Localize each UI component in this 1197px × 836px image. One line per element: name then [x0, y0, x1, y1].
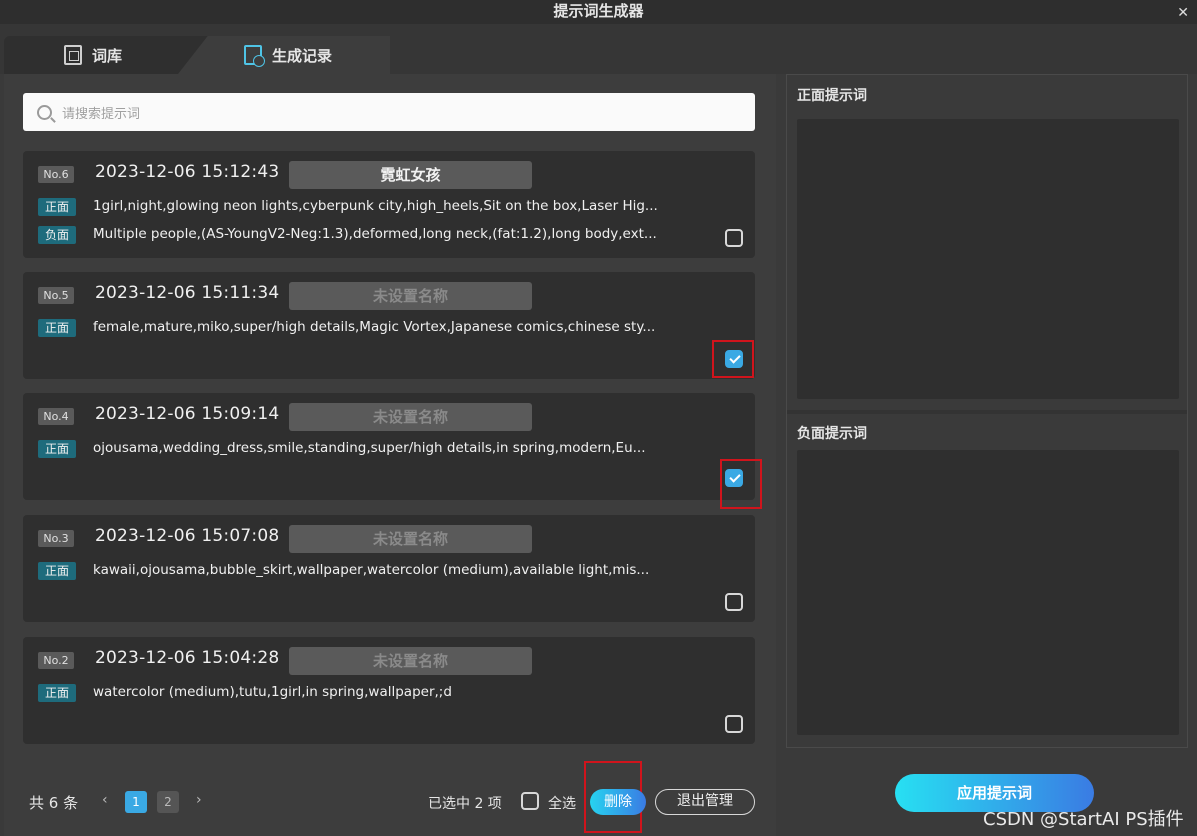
positive-tag: 正面 — [38, 319, 76, 337]
record-timestamp: 2023-12-06 15:09:14 — [95, 404, 280, 424]
record-checkbox[interactable] — [725, 593, 743, 611]
positive-prompt-box[interactable] — [797, 119, 1179, 399]
positive-prompt: kawaii,ojousama,bubble_skirt,wallpaper,w… — [93, 562, 650, 578]
record-timestamp: 2023-12-06 15:12:43 — [95, 162, 280, 182]
select-all-checkbox[interactable] — [521, 792, 539, 810]
positive-prompt-title: 正面提示词 — [797, 88, 867, 104]
page-button[interactable]: 1 — [125, 791, 147, 813]
window-titlebar: 提示词生成器 ✕ — [0, 0, 1197, 24]
chevron-right-icon[interactable]: › — [196, 792, 202, 808]
dictionary-icon — [64, 45, 82, 65]
record-timestamp: 2023-12-06 15:11:34 — [95, 283, 280, 303]
record-timestamp: 2023-12-06 15:04:28 — [95, 648, 280, 668]
record-name-field[interactable]: 未设置名称 — [289, 282, 532, 310]
highlight-box — [720, 459, 762, 509]
record-name-field[interactable]: 霓虹女孩 — [289, 161, 532, 189]
record-number: No.6 — [38, 166, 74, 183]
positive-tag: 正面 — [38, 684, 76, 702]
search-input[interactable]: 请搜索提示词 — [62, 103, 140, 122]
negative-tag: 负面 — [38, 226, 76, 244]
record-card[interactable]: No.3 2023-12-06 15:07:08 未设置名称 正面 kawaii… — [23, 515, 755, 622]
record-timestamp: 2023-12-06 15:07:08 — [95, 526, 280, 546]
list-footer: 共 6 条 ‹ 1 2 › 已选中 2 项 全选 删除 退出管理 — [4, 780, 776, 825]
record-number: No.2 — [38, 652, 74, 669]
record-card[interactable]: No.4 2023-12-06 15:09:14 未设置名称 正面 ojousa… — [23, 393, 755, 500]
record-card[interactable]: No.6 2023-12-06 15:12:43 霓虹女孩 正面 1girl,n… — [23, 151, 755, 258]
prompt-preview-panel: 正面提示词 负面提示词 — [786, 74, 1188, 748]
highlight-box — [712, 340, 754, 378]
negative-prompt: Multiple people,(AS-YoungV2-Neg:1.3),def… — [93, 226, 657, 242]
history-icon — [244, 45, 265, 67]
selected-count: 已选中 2 项 — [428, 796, 502, 812]
record-name-field[interactable]: 未设置名称 — [289, 647, 532, 675]
search-icon — [37, 104, 52, 120]
negative-prompt-title: 负面提示词 — [797, 426, 867, 442]
history-panel: 请搜索提示词 No.6 2023-12-06 15:12:43 霓虹女孩 正面 … — [4, 74, 776, 836]
exit-manage-button[interactable]: 退出管理 — [655, 789, 755, 815]
select-all-label[interactable]: 全选 — [548, 793, 576, 813]
chevron-left-icon[interactable]: ‹ — [102, 792, 108, 808]
record-card[interactable]: No.5 2023-12-06 15:11:34 未设置名称 正面 female… — [23, 272, 755, 379]
positive-tag: 正面 — [38, 440, 76, 458]
delete-button[interactable]: 删除 — [590, 789, 646, 815]
positive-prompt: 1girl,night,glowing neon lights,cyberpun… — [93, 198, 658, 214]
panel-divider — [787, 410, 1187, 414]
record-number: No.4 — [38, 408, 74, 425]
window-title: 提示词生成器 — [553, 2, 644, 20]
total-count: 共 6 条 — [29, 794, 79, 812]
tab-history[interactable]: 生成记录 — [178, 36, 390, 74]
record-number: No.3 — [38, 530, 74, 547]
tab-history-label: 生成记录 — [272, 46, 333, 65]
record-checkbox[interactable] — [725, 715, 743, 733]
positive-prompt: ojousama,wedding_dress,smile,standing,su… — [93, 440, 646, 456]
page-button[interactable]: 2 — [157, 791, 179, 813]
close-icon[interactable]: ✕ — [1177, 2, 1189, 24]
record-checkbox[interactable] — [725, 229, 743, 247]
positive-prompt: watercolor (medium),tutu,1girl,in spring… — [93, 684, 452, 700]
positive-tag: 正面 — [38, 198, 76, 216]
negative-prompt-box[interactable] — [797, 450, 1179, 735]
record-card[interactable]: No.2 2023-12-06 15:04:28 未设置名称 正面 waterc… — [23, 637, 755, 744]
tab-dictionary-label: 词库 — [92, 46, 123, 65]
search-field[interactable]: 请搜索提示词 — [23, 93, 755, 131]
record-name-field[interactable]: 未设置名称 — [289, 525, 532, 553]
record-number: No.5 — [38, 287, 74, 304]
watermark: CSDN @StartAI PS插件 — [983, 809, 1184, 830]
tab-bar: 词库 生成记录 — [0, 24, 1197, 74]
positive-tag: 正面 — [38, 562, 76, 580]
record-name-field[interactable]: 未设置名称 — [289, 403, 532, 431]
positive-prompt: female,mature,miko,super/high details,Ma… — [93, 319, 656, 335]
